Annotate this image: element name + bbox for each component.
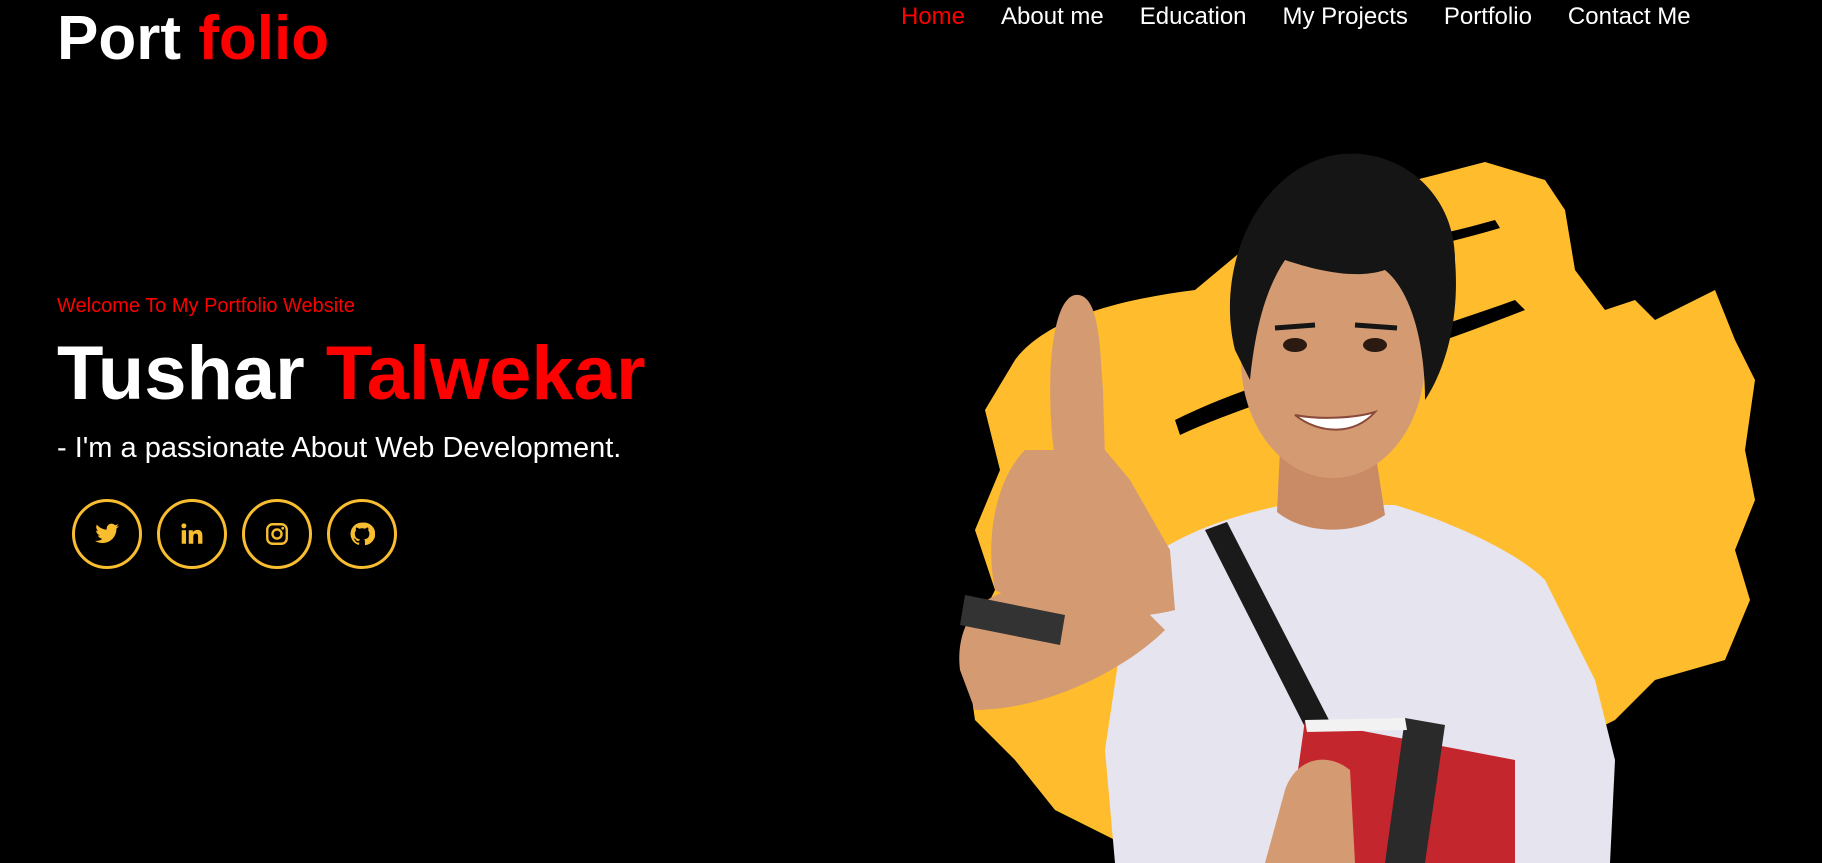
nav-item-contact[interactable]: Contact Me — [1568, 2, 1691, 32]
hero-name: Tushar Talwekar — [57, 332, 646, 416]
welcome-text: Welcome To My Portfolio Website — [57, 295, 355, 317]
site-logo[interactable]: Port folio — [57, 2, 329, 76]
hero-first-name: Tushar — [57, 331, 326, 416]
instagram-icon — [266, 523, 288, 545]
nav-item-about[interactable]: About me — [1001, 2, 1104, 32]
hero-last-name: Talwekar — [325, 331, 646, 416]
logo-text-part1: Port — [57, 4, 199, 73]
nav-item-home[interactable]: Home — [901, 2, 965, 32]
logo-text-part2: folio — [198, 4, 330, 73]
github-icon — [350, 522, 375, 546]
nav-item-projects[interactable]: My Projects — [1283, 2, 1408, 32]
instagram-button[interactable] — [242, 499, 312, 569]
hero-person-image — [959, 153, 1755, 863]
portfolio-page: Port folio Home About me Education My Pr… — [0, 0, 1822, 863]
nav-item-portfolio[interactable]: Portfolio — [1444, 2, 1532, 32]
linkedin-icon — [181, 523, 203, 544]
social-links — [72, 499, 397, 569]
nav-item-education[interactable]: Education — [1140, 2, 1247, 32]
linkedin-button[interactable] — [157, 499, 227, 569]
main-nav: Home About me Education My Projects Port… — [901, 2, 1727, 32]
twitter-icon — [95, 523, 119, 543]
twitter-button[interactable] — [72, 499, 142, 569]
github-button[interactable] — [327, 499, 397, 569]
hero-tagline: - I'm a passionate About Web Development… — [57, 432, 622, 464]
